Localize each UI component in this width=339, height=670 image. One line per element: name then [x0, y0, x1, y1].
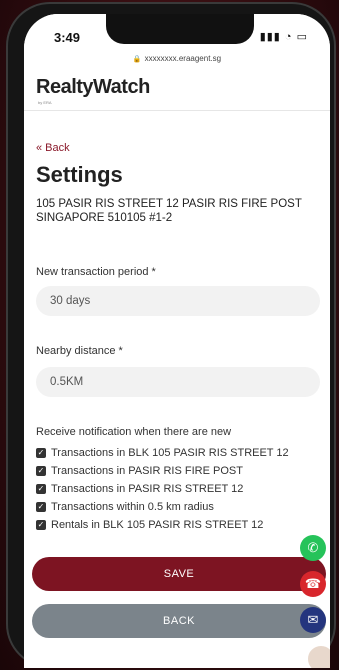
agent-avatar[interactable] — [306, 644, 330, 668]
save-button[interactable]: SAVE — [32, 557, 326, 591]
notification-options: ✓ Transactions in BLK 105 PASIR RIS STRE… — [36, 444, 326, 534]
phone-notch — [106, 14, 254, 44]
notification-option[interactable]: ✓ Transactions in PASIR RIS FIRE POST — [36, 462, 326, 480]
checkbox-icon[interactable]: ✓ — [36, 466, 46, 476]
distance-input[interactable] — [36, 367, 320, 397]
notification-option[interactable]: ✓ Transactions in PASIR RIS STREET 12 — [36, 480, 326, 498]
option-label: Transactions in BLK 105 PASIR RIS STREET… — [51, 447, 289, 459]
brand-logo[interactable]: RealtyWatch — [36, 76, 150, 99]
notification-option[interactable]: ✓ Rentals in BLK 105 PASIR RIS STREET 12 — [36, 516, 326, 534]
page-title: Settings — [36, 162, 123, 187]
back-link[interactable]: « Back — [36, 142, 70, 154]
phone-icon[interactable]: ☎ — [300, 571, 326, 597]
option-label: Transactions in PASIR RIS STREET 12 — [51, 483, 244, 495]
notification-option[interactable]: ✓ Transactions within 0.5 km radius — [36, 498, 326, 516]
status-icons: ▮▮▮ ◔ ▭ — [259, 31, 308, 43]
mail-icon[interactable]: ✉ — [300, 607, 326, 633]
option-label: Rentals in BLK 105 PASIR RIS STREET 12 — [51, 519, 264, 531]
checkbox-icon[interactable]: ✓ — [36, 448, 46, 458]
option-label: Transactions within 0.5 km radius — [51, 501, 214, 513]
notification-option[interactable]: ✓ Transactions in BLK 105 PASIR RIS STRE… — [36, 444, 326, 462]
period-label: New transaction period * — [36, 266, 156, 278]
distance-label: Nearby distance * — [36, 345, 123, 357]
phone-screen: 3:49 ▮▮▮ ◔ ▭ 🔒 xxxxxxxx.eraagent.sg Realt… — [24, 14, 330, 668]
option-label: Transactions in PASIR RIS FIRE POST — [51, 465, 243, 477]
lock-icon: 🔒 — [132, 56, 142, 63]
whatsapp-icon[interactable]: ✆ — [300, 535, 326, 561]
period-input[interactable] — [36, 286, 320, 316]
property-address: 105 PASIR RIS STREET 12 PASIR RIS FIRE P… — [36, 198, 302, 224]
checkbox-icon[interactable]: ✓ — [36, 502, 46, 512]
checkbox-icon[interactable]: ✓ — [36, 484, 46, 494]
phone-frame: 3:49 ▮▮▮ ◔ ▭ 🔒 xxxxxxxx.eraagent.sg Realt… — [6, 2, 336, 668]
back-button[interactable]: BACK — [32, 604, 326, 638]
url-bar[interactable]: 🔒 xxxxxxxx.eraagent.sg — [24, 54, 330, 63]
brand-logo-sub: by ERA — [38, 100, 52, 105]
notification-label: Receive notification when there are new — [36, 426, 232, 438]
url-text: xxxxxxxx.eraagent.sg — [144, 54, 222, 63]
brand-header: RealtyWatch by ERA — [24, 70, 330, 111]
checkbox-icon[interactable]: ✓ — [36, 520, 46, 530]
status-time: 3:49 — [54, 30, 81, 45]
